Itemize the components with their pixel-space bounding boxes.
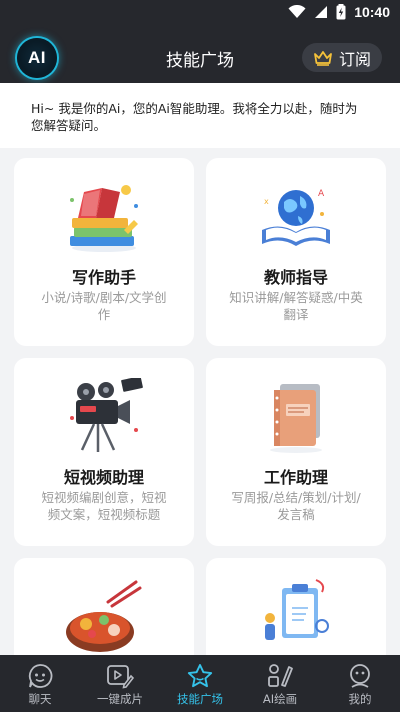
bottom-nav: 聊天 一键成片 技能广场 AI绘画 我的: [0, 655, 400, 712]
svg-text:x: x: [264, 197, 269, 206]
skill-card-description: 短视频编剧创意，短视频文案，短视频标题: [41, 490, 167, 522]
svg-text:A: A: [318, 189, 325, 199]
nav-label: 聊天: [28, 692, 52, 706]
film-camera-illustration: [70, 378, 143, 452]
clipboard-doctor-illustration: [265, 579, 329, 640]
globe-book-illustration: A x: [262, 189, 330, 246]
nav-item-chat[interactable]: 聊天: [0, 655, 80, 712]
nav-label: 我的: [348, 692, 372, 706]
skill-card-title: 教师指导: [263, 268, 328, 287]
greeting-bubble: Hi~ 我是你的Ai，您的Ai智能助理。我将全力以赴，随时为您解答疑问。: [17, 95, 383, 139]
title-bar: AI 技能广场 订阅: [0, 30, 400, 82]
skill-card-writing[interactable]: 写作助手 小说/诗歌/剧本/文学创作: [14, 158, 194, 346]
status-time: 10:40: [354, 4, 390, 20]
skill-card-title: 短视频助理: [63, 468, 144, 487]
hotpot-illustration: [66, 580, 142, 652]
skill-card-title: 写作助手: [71, 268, 136, 287]
status-bar: 10:40: [0, 0, 400, 24]
nav-label: AI绘画: [262, 692, 298, 706]
nav-item-ai-paint[interactable]: AI绘画: [240, 655, 320, 712]
battery-icon: [336, 4, 346, 20]
skill-card-description: 小说/诗歌/剧本/文学创作: [41, 290, 167, 322]
skill-card-title: 工作助理: [263, 468, 328, 487]
profile-icon: [350, 664, 370, 688]
skill-card-description: 知识讲解/解答疑惑/中英翻译: [229, 290, 363, 322]
star-icon: [187, 664, 213, 688]
notebook-illustration: [270, 384, 322, 453]
crown-icon: [314, 50, 332, 66]
skill-card-short-video[interactable]: 短视频助理 短视频编剧创意，短视频文案，短视频标题: [14, 358, 194, 546]
skill-card-work[interactable]: 工作助理 写周报/总结/策划/计划/发言稿: [206, 358, 386, 546]
nav-item-profile[interactable]: 我的: [320, 655, 400, 712]
subscribe-button[interactable]: 订阅: [302, 43, 382, 72]
nav-label: 技能广场: [177, 692, 223, 706]
app-header: 10:40 AI 技能广场 订阅: [0, 0, 400, 83]
wifi-icon: [288, 5, 306, 18]
skill-card-description: 写周报/总结/策划/计划/发言稿: [231, 490, 361, 522]
subscribe-label: 订阅: [338, 49, 371, 69]
nav-item-skills[interactable]: 技能广场: [160, 655, 240, 712]
signal-icon: [315, 6, 328, 18]
skill-card-teacher[interactable]: A x 教师指导 知识讲解/解答疑惑/中英翻译: [206, 158, 386, 346]
video-edit-icon: [107, 665, 134, 689]
nav-item-video[interactable]: 一键成片: [80, 655, 160, 712]
chat-face-icon: [28, 664, 53, 688]
nav-label: 一键成片: [97, 692, 143, 706]
greeting-area: Hi~ 我是你的Ai，您的Ai智能助理。我将全力以赴，随时为您解答疑问。: [0, 83, 400, 148]
paint-icon: [268, 664, 293, 687]
books-illustration: [70, 185, 138, 252]
